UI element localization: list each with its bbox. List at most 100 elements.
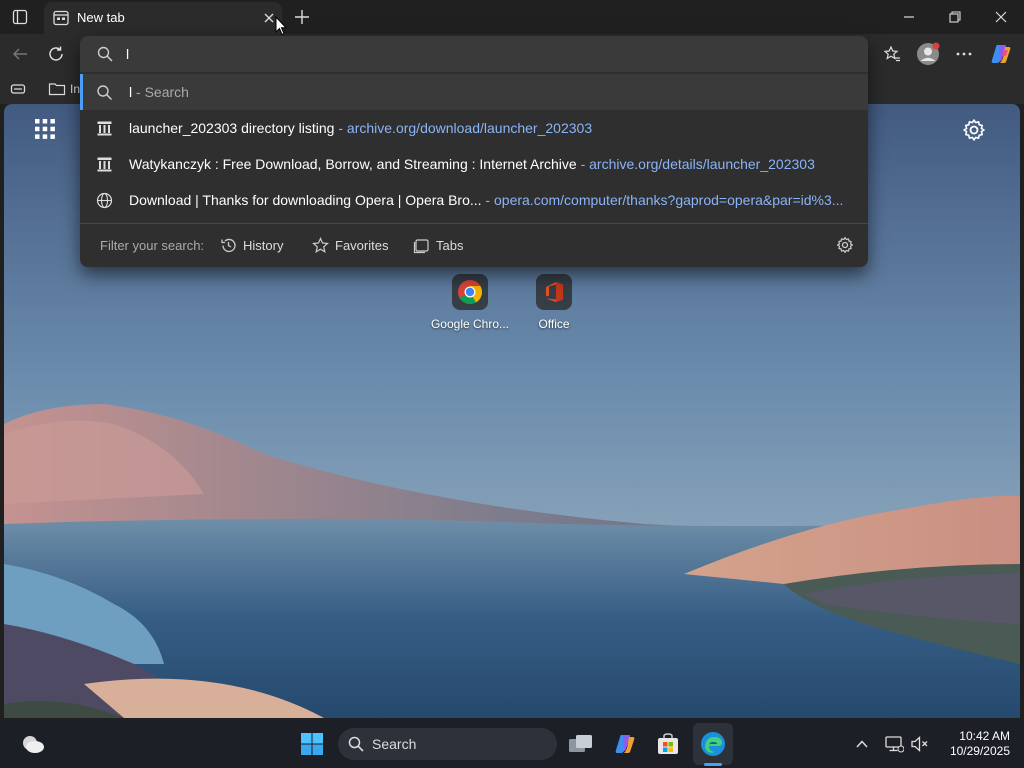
speaker-muted-icon: [911, 736, 928, 752]
task-view-icon: [569, 735, 592, 752]
favorites-bar-item-app[interactable]: [10, 79, 26, 99]
filter-tabs-label: Tabs: [436, 237, 464, 253]
suggestion-settings-gear-icon[interactable]: [836, 236, 854, 254]
search-icon: [97, 46, 113, 62]
weather-cloud-icon: [23, 736, 44, 753]
filter-label: Filter your search:: [100, 238, 205, 253]
edge-running-indicator: [704, 763, 722, 766]
suggestion-url: archive.org/download/launcher_202303: [346, 120, 593, 136]
suggestion-separator: -: [576, 156, 590, 172]
tabs-icon: [413, 238, 429, 253]
chrome-icon: [458, 280, 483, 305]
clock-time: 10:42 AM: [959, 729, 1010, 743]
favorites-bar-item-label: In: [70, 82, 81, 96]
new-tab-button[interactable]: [290, 5, 314, 29]
search-icon: [97, 85, 113, 101]
suggestion-text: Download | Thanks for downloading Opera …: [129, 192, 843, 208]
settings-more-button[interactable]: [950, 40, 978, 68]
new-tab-favicon-icon: [53, 10, 69, 26]
star-list-icon: [883, 45, 900, 62]
restore-icon: [949, 11, 961, 23]
minimize-button[interactable]: [886, 0, 932, 34]
system-clock[interactable]: 10:42 AM 10/29/2025: [938, 729, 1010, 759]
quick-link-office[interactable]: Office: [511, 274, 597, 338]
profile-button[interactable]: [914, 40, 942, 68]
back-button[interactable]: [6, 40, 34, 68]
taskbar-copilot-button[interactable]: [607, 726, 643, 762]
microsoft-store-button[interactable]: [650, 726, 686, 762]
suggestion-title: Download | Thanks for downloading Opera …: [129, 192, 482, 208]
archive-icon: [97, 121, 112, 136]
windows-logo-icon: [301, 733, 323, 755]
widgets-button[interactable]: [14, 726, 50, 762]
network-icon: [885, 736, 904, 753]
close-icon: [264, 13, 274, 23]
arrow-left-icon: [12, 48, 27, 60]
suggestion-item[interactable]: Download | Thanks for downloading Opera …: [80, 182, 868, 218]
more-icon: [956, 52, 972, 56]
start-button[interactable]: [294, 726, 330, 762]
quick-link-google-chrome[interactable]: Google Chro...: [427, 274, 513, 338]
office-icon-container: [536, 274, 572, 310]
suggestion-title: Watykanczyk : Free Download, Borrow, and…: [129, 156, 577, 172]
tab-title: New tab: [77, 10, 125, 25]
suggestion-separator: -: [334, 120, 347, 136]
taskbar: Search 10:42 AM 10/29/2025: [0, 720, 1024, 768]
history-icon: [221, 238, 236, 252]
suggestion-text: launcher_202303 directory listing - arch…: [129, 120, 592, 136]
screen: New tab In Google Chro... Office l l - S…: [0, 0, 1024, 768]
volume-button[interactable]: [902, 726, 938, 762]
edge-taskbar-button[interactable]: [695, 726, 731, 762]
suggestion-url: archive.org/details/launcher_202303: [589, 156, 815, 172]
mouse-cursor-icon: [275, 16, 287, 36]
suggestion-suffix: - Search: [132, 84, 189, 100]
filter-favorites-label: Favorites: [335, 237, 389, 253]
search-icon: [348, 736, 364, 752]
show-hidden-icons-button[interactable]: [844, 726, 880, 762]
close-icon: [995, 11, 1007, 23]
office-icon: [546, 282, 563, 302]
suggestion-text: Watykanczyk : Free Download, Borrow, and…: [129, 156, 815, 172]
page-settings-gear-icon[interactable]: [962, 118, 986, 142]
task-view-button[interactable]: [563, 726, 599, 762]
favorites-bar-item-folder[interactable]: In: [48, 79, 80, 99]
app-icon: [10, 84, 26, 94]
suggestion-item[interactable]: Watykanczyk : Free Download, Borrow, and…: [80, 146, 868, 182]
clock-date: 10/29/2025: [949, 744, 1010, 758]
refresh-icon: [49, 46, 63, 61]
globe-icon: [96, 192, 113, 209]
restore-button[interactable]: [932, 0, 978, 34]
store-icon: [658, 733, 678, 754]
suggestion-search[interactable]: l - Search: [80, 74, 868, 110]
suggestion-separator: -: [481, 192, 494, 208]
edge-icon: [701, 732, 725, 756]
filter-favorites-button[interactable]: Favorites: [312, 235, 388, 255]
minimize-icon: [904, 16, 914, 18]
plus-icon: [295, 10, 309, 24]
folder-icon: [48, 83, 66, 96]
address-bar[interactable]: [80, 36, 868, 72]
close-window-button[interactable]: [978, 0, 1024, 34]
tile-label: Office: [538, 317, 570, 331]
suggestion-item[interactable]: launcher_202303 directory listing - arch…: [80, 110, 868, 146]
archive-icon: [97, 157, 112, 172]
address-input[interactable]: [126, 44, 826, 64]
favorites-button[interactable]: [878, 40, 906, 68]
tab-new-tab[interactable]: New tab: [44, 2, 282, 34]
suggestion-text: l - Search: [129, 84, 189, 100]
chevron-up-icon: [856, 740, 868, 748]
copilot-button[interactable]: [987, 40, 1015, 68]
tab-actions-button[interactable]: [8, 5, 32, 29]
refresh-button[interactable]: [42, 40, 70, 68]
filter-history-label: History: [243, 237, 284, 253]
copilot-icon: [615, 735, 635, 753]
tile-label: Google Chro...: [430, 317, 510, 331]
taskbar-search-box[interactable]: Search: [338, 728, 557, 760]
filter-history-button[interactable]: History: [220, 235, 283, 255]
avatar-icon: [917, 42, 940, 65]
copilot-icon: [991, 45, 1011, 63]
apps-launcher-icon[interactable]: [34, 118, 56, 140]
filter-tabs-button[interactable]: Tabs: [413, 235, 463, 255]
selection-accent: [80, 74, 83, 110]
suggestion-url: opera.com/computer/thanks?gaprod=opera&p…: [494, 192, 844, 208]
